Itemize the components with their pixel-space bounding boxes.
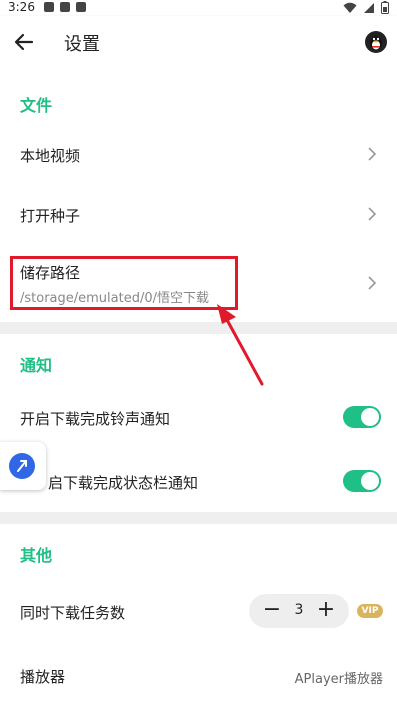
annotation-arrow xyxy=(217,304,264,386)
floating-assistant-button[interactable] xyxy=(0,442,46,490)
assistant-icon xyxy=(9,453,35,479)
